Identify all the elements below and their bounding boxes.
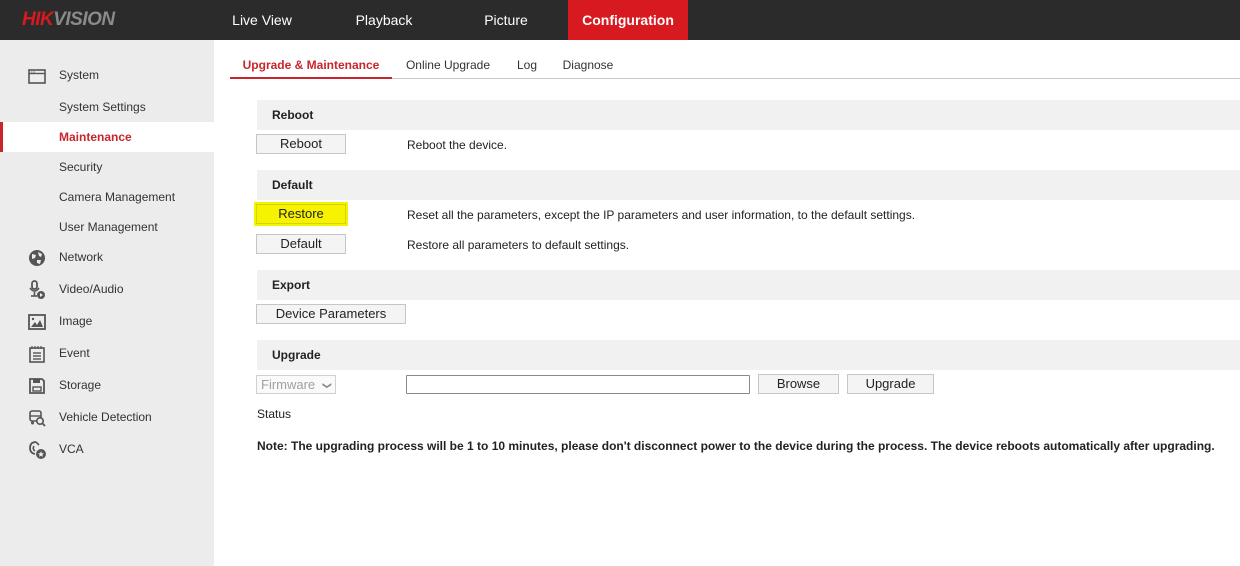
nav-live-view[interactable]: Live View <box>214 0 310 40</box>
sidebar-group-label: Video/Audio <box>59 282 124 296</box>
sidebar-group-label: Image <box>59 314 93 328</box>
section-title: Export <box>272 278 311 292</box>
microphone-play-icon <box>27 280 47 299</box>
sidebar-group-label: Network <box>59 250 104 264</box>
default-description: Restore all parameters to default settin… <box>407 238 630 252</box>
window-icon <box>27 67 47 85</box>
sidebar-item-security[interactable]: Security <box>0 152 214 182</box>
restore-button[interactable]: Restore <box>256 204 346 224</box>
sidebar-group-event[interactable]: Event <box>0 338 214 368</box>
tab-upgrade-maintenance[interactable]: Upgrade & Maintenance <box>230 50 392 79</box>
reboot-description: Reboot the device. <box>407 138 508 152</box>
sidebar-item-user-management[interactable]: User Management <box>0 212 214 242</box>
sidebar-group-label: Storage <box>59 378 102 392</box>
tab-bar: Upgrade & Maintenance Online Upgrade Log… <box>230 50 1240 79</box>
section-header-reboot: Reboot <box>257 100 1240 130</box>
vehicle-search-icon <box>27 409 47 427</box>
section-title: Reboot <box>272 108 314 122</box>
nav-picture[interactable]: Picture <box>458 0 554 40</box>
tab-diagnose[interactable]: Diagnose <box>558 50 618 79</box>
firmware-file-path-input[interactable] <box>406 375 750 394</box>
sidebar-group-storage[interactable]: Storage <box>0 370 214 400</box>
section-title: Default <box>272 178 313 192</box>
upgrade-button[interactable]: Upgrade <box>847 374 934 394</box>
sidebar-group-label: Vehicle Detection <box>59 410 152 424</box>
sidebar-group-system[interactable]: System <box>0 60 214 90</box>
sidebar-group-video-audio[interactable]: Video/Audio <box>0 274 214 304</box>
nav-configuration[interactable]: Configuration <box>568 0 688 40</box>
sidebar-item-label: Security <box>59 160 103 174</box>
sidebar-group-image[interactable]: Image <box>0 306 214 336</box>
section-title: Upgrade <box>272 348 321 362</box>
upgrade-type-select[interactable]: Firmware ❯ <box>256 375 336 394</box>
sidebar: System System Settings Maintenance Secur… <box>0 40 214 566</box>
sidebar-group-label: Event <box>59 346 90 360</box>
tab-online-upgrade[interactable]: Online Upgrade <box>402 50 494 79</box>
sidebar-item-label: Maintenance <box>59 130 132 144</box>
sidebar-group-label: System <box>59 68 100 82</box>
sidebar-item-camera-management[interactable]: Camera Management <box>0 182 214 212</box>
default-button[interactable]: Default <box>256 234 346 254</box>
section-header-upgrade: Upgrade <box>257 340 1240 370</box>
reboot-button[interactable]: Reboot <box>256 134 346 154</box>
export-device-parameters-button[interactable]: Device Parameters <box>256 304 406 324</box>
top-navigation-bar: HIKVISION Live View Playback Picture Con… <box>0 0 1240 40</box>
floppy-disk-icon <box>27 377 47 395</box>
logo-hik: HIK <box>22 9 54 30</box>
image-icon <box>27 313 47 331</box>
logo-vision: VISION <box>53 9 115 30</box>
section-header-export: Export <box>257 270 1240 300</box>
section-header-default: Default <box>257 170 1240 200</box>
sidebar-item-label: Camera Management <box>59 190 176 204</box>
sidebar-item-label: User Management <box>59 220 158 234</box>
sidebar-group-vehicle-detection[interactable]: Vehicle Detection <box>0 402 214 432</box>
tab-log[interactable]: Log <box>510 50 544 79</box>
sidebar-item-system-settings[interactable]: System Settings <box>0 92 214 122</box>
nav-playback[interactable]: Playback <box>310 0 458 40</box>
sidebar-item-maintenance[interactable]: Maintenance <box>0 122 214 152</box>
calendar-list-icon <box>27 345 47 363</box>
hikvision-logo: HIKVISION <box>22 8 115 32</box>
chevron-down-icon: ❯ <box>322 381 333 390</box>
upgrade-note: Note: The upgrading process will be 1 to… <box>257 439 1215 453</box>
vca-icon <box>27 441 47 459</box>
globe-icon <box>27 249 47 267</box>
sidebar-group-network[interactable]: Network <box>0 242 214 272</box>
restore-description: Reset all the parameters, except the IP … <box>407 208 916 222</box>
sidebar-item-label: System Settings <box>59 100 146 114</box>
main-nav: Live View Playback Picture Configuration <box>214 0 688 40</box>
select-value: Firmware <box>261 377 316 392</box>
upgrade-status-label: Status <box>257 407 292 421</box>
sidebar-group-label: VCA <box>59 442 84 456</box>
sidebar-group-vca[interactable]: VCA <box>0 434 214 464</box>
browse-button[interactable]: Browse <box>758 374 839 394</box>
